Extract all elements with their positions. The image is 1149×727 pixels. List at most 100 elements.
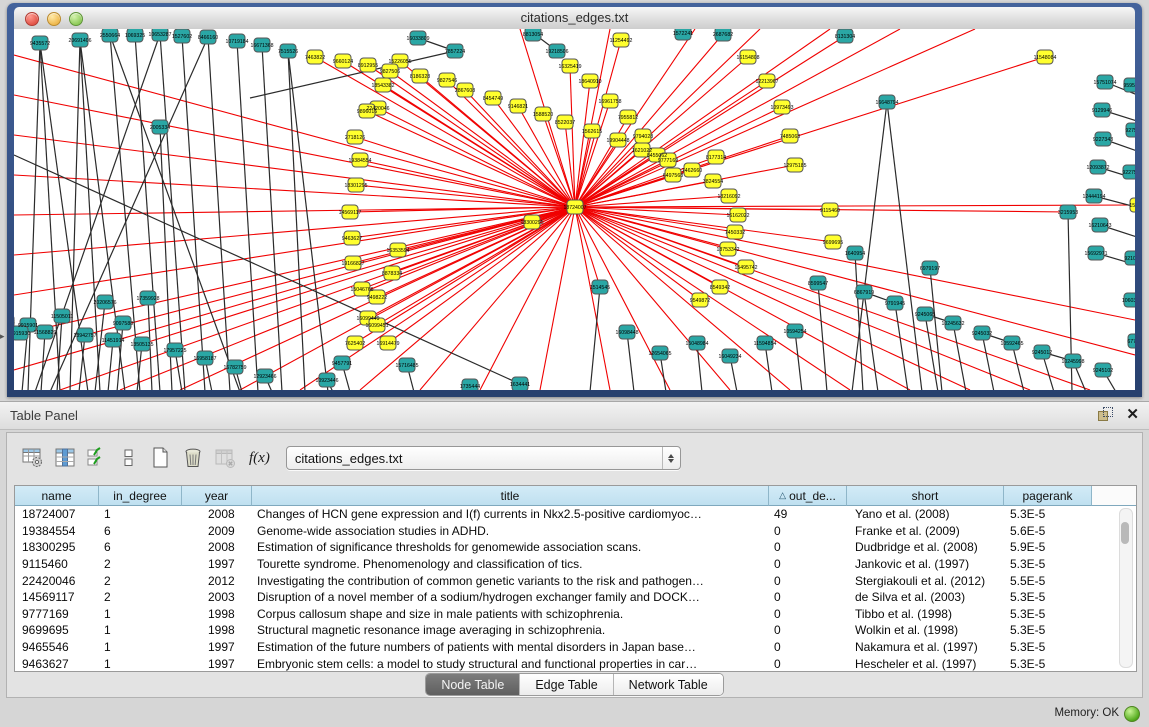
graph-node-label: 11568829 [34,330,57,336]
table-cell: 1 [99,607,182,621]
dropdown-stepper-icon[interactable] [662,447,680,469]
table-cell: Hescheler et al. (1997) [847,657,1004,671]
table-cell: Dudbridge et al. (2008) [847,540,1004,554]
graph-node-label: 7625402 [345,341,365,347]
expand-panel-arrow-icon[interactable]: ▸ [0,331,5,342]
table-cell: 0 [769,557,847,571]
graph-node-label: 9915930 [14,331,30,337]
table-row[interactable]: 1938455462009Genome-wide association stu… [15,523,1136,540]
delete-table-icon[interactable] [211,443,239,473]
float-panel-icon[interactable] [1098,407,1114,422]
close-panel-icon[interactable]: ✕ [1126,407,1139,422]
table-row[interactable]: 1830029562008Estimation of significance … [15,539,1136,556]
graph-edge [575,207,1030,390]
table-settings-icon[interactable] [19,443,47,473]
tab-edge-table[interactable]: Edge Table [520,674,613,695]
column-header-label: out_de... [789,489,836,503]
graph-node-label: 17957225 [163,348,186,354]
memory-ok-indicator[interactable] [1124,706,1140,722]
table-scrollbar[interactable] [1119,508,1133,668]
column-header-in_degree[interactable]: in_degree [99,486,182,506]
table-row[interactable]: 977716911998Corpus callosum shape and si… [15,606,1136,623]
graph-node-label: 12444194 [1082,194,1105,200]
table-cell: 1 [99,657,182,671]
graph-node-label: 9827546 [437,78,457,84]
graph-node-label: 1640954 [845,251,865,257]
graph-node-label: 8878334 [382,271,402,277]
graph-node-label: 17359928 [136,296,159,302]
graph-node-label: 3824554 [703,179,723,185]
graph-node-label: 15495742 [734,265,757,271]
graph-node-label: 16210643 [1088,223,1111,229]
function-builder-icon[interactable]: f(x) [249,450,270,467]
graph-edge [864,292,878,390]
table-cell: Investigating the contribution of common… [252,574,769,588]
table-cell: 5.9E-5 [1004,540,1092,554]
select-all-icon[interactable] [83,443,111,473]
graph-node-label: 2867608 [455,88,475,94]
graph-node-label: 921065 [1124,256,1135,262]
column-header-year[interactable]: year [182,486,252,506]
graph-node-label: 11505011 [51,314,73,320]
column-header-out_de[interactable]: △out_de... [769,486,847,506]
table-cell: 0 [769,574,847,588]
graph-node-label: 1069325 [125,33,145,39]
graph-node-label: 9660124 [333,59,353,65]
graph-node-label: 19218506 [545,49,568,55]
network-canvas[interactable]: 9435572206914062550664106932510653287152… [14,29,1135,390]
graph-node-label: 15751074 [1093,80,1116,86]
table-row[interactable]: 1456911722003Disruption of a novel membe… [15,589,1136,606]
table-row[interactable]: 969969511998Structural magnetic resonanc… [15,622,1136,639]
delete-trash-icon[interactable] [179,443,207,473]
column-header-filler [1092,486,1136,506]
table-cell: 5.5E-5 [1004,574,1092,588]
graph-node-label: 6867919 [854,290,874,296]
table-cell: 1 [99,623,182,637]
table-cell: 18300295 [15,540,99,554]
graph-edge [575,196,729,207]
table-cell: Disruption of a novel member of a sodium… [252,590,769,604]
tab-node-table[interactable]: Node Table [426,674,520,695]
table-cell: Yano et al. (2008) [847,507,1004,521]
graph-edge [795,331,802,390]
graph-node-label: 922753 [1122,170,1135,176]
table-cell: Estimation of significance thresholds fo… [252,540,769,554]
graph-node-label: 15048984 [685,341,708,347]
graph-node-label: 20206576 [93,300,116,306]
column-header-title[interactable]: title [252,486,769,506]
table-row[interactable]: 946362711997Embryonic stem cells: a mode… [15,655,1136,672]
graph-node-label: 9457791 [332,361,352,367]
table-cell: 6 [99,540,182,554]
row-height-icon[interactable] [115,443,143,473]
graph-node-label: 12923466 [253,374,276,380]
tab-network-table[interactable]: Network Table [614,674,723,695]
table-row[interactable]: 946554611997Estimation of the future num… [15,639,1136,656]
graph-node-label: 9435572 [30,41,50,47]
table-row[interactable]: 2242004622012Investigating the contribut… [15,572,1136,589]
table-cell: 1 [99,640,182,654]
table-cell: Corpus callosum shape and size in male p… [252,607,769,621]
table-cell: de Silva et al. (2003) [847,590,1004,604]
graph-node-label: 12654065 [648,351,671,357]
column-header-pagerank[interactable]: pagerank [1004,486,1092,506]
window-titlebar: citations_edges.txt [14,7,1135,30]
table-row[interactable]: 911546021997Tourette syndrome. Phenomeno… [15,556,1136,573]
graph-node-label: 9791945 [885,301,905,307]
show-column-icon[interactable] [51,443,79,473]
table-cell: 5.3E-5 [1004,623,1092,637]
column-header-name[interactable]: name [15,486,99,506]
graph-edge [540,207,575,390]
graph-node-label: 16782759 [223,365,246,371]
scrollbar-thumb[interactable] [1121,522,1129,544]
table-cell: 2012 [182,574,252,588]
graph-node-label: 18753342 [716,247,739,253]
table-selector-dropdown[interactable]: citations_edges.txt [286,446,681,470]
column-header-short[interactable]: short [847,486,1004,506]
table-cell: 0 [769,657,847,671]
table-cell: 5.3E-5 [1004,607,1092,621]
graph-node-label: 1634441 [510,382,530,388]
new-table-icon[interactable] [147,443,175,473]
graph-node-label: 19384554 [348,158,371,164]
graph-node-label: 9227343 [1093,137,1113,143]
table-row[interactable]: 1872400712008Changes of HCN gene express… [15,506,1136,523]
